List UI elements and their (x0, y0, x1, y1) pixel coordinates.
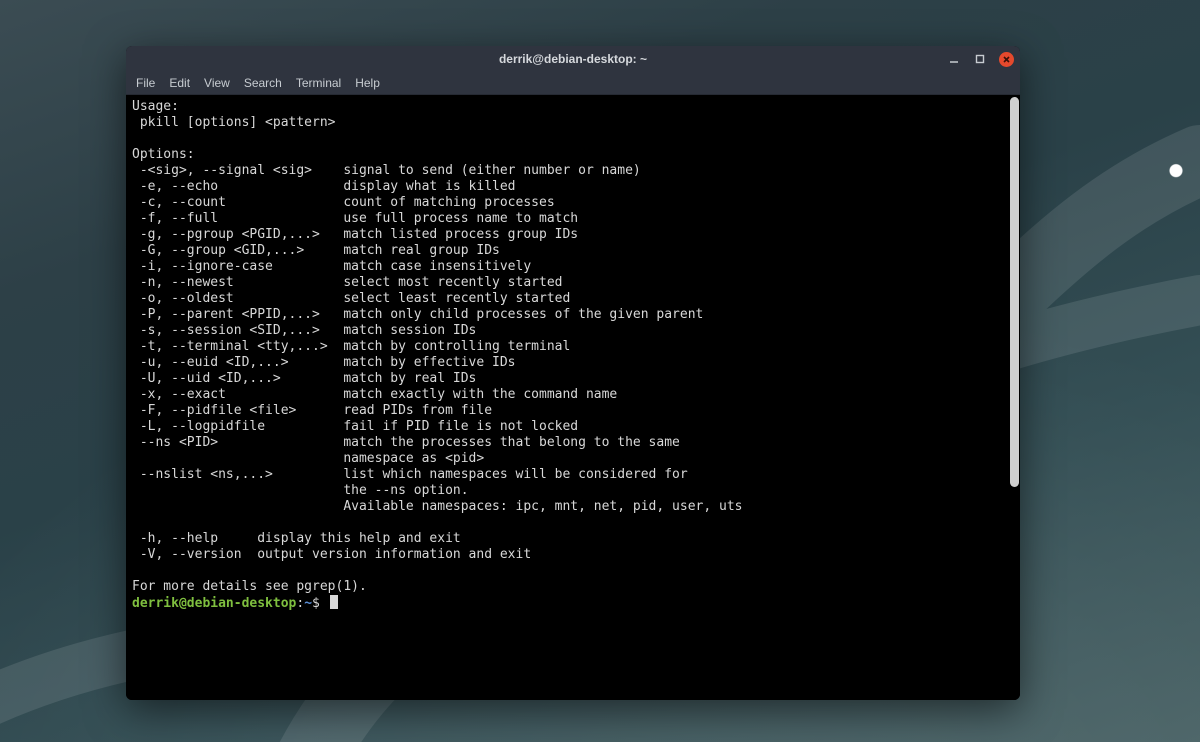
terminal-output[interactable]: Usage: pkill [options] <pattern> Options… (126, 95, 1009, 700)
menu-file[interactable]: File (136, 76, 155, 90)
prompt-user-host: derrik@debian-desktop (132, 596, 296, 611)
cursor (330, 595, 338, 609)
scrollbar-thumb[interactable] (1010, 97, 1019, 487)
menubar: File Edit View Search Terminal Help (126, 72, 1020, 95)
window-title: derrik@debian-desktop: ~ (126, 52, 1020, 66)
terminal-area: Usage: pkill [options] <pattern> Options… (126, 95, 1020, 700)
minimize-icon[interactable] (947, 52, 961, 66)
window-controls (947, 46, 1014, 72)
titlebar[interactable]: derrik@debian-desktop: ~ (126, 46, 1020, 72)
close-icon[interactable] (999, 52, 1014, 67)
desktop-background: derrik@debian-desktop: ~ File Edit View … (0, 0, 1200, 742)
terminal-window: derrik@debian-desktop: ~ File Edit View … (126, 46, 1020, 700)
maximize-icon[interactable] (973, 52, 987, 66)
menu-view[interactable]: View (204, 76, 230, 90)
prompt-symbol: $ (312, 596, 328, 611)
scrollbar[interactable] (1009, 95, 1020, 700)
prompt-path: ~ (304, 596, 312, 611)
menu-search[interactable]: Search (244, 76, 282, 90)
menu-terminal[interactable]: Terminal (296, 76, 341, 90)
menu-edit[interactable]: Edit (169, 76, 190, 90)
menu-help[interactable]: Help (355, 76, 380, 90)
